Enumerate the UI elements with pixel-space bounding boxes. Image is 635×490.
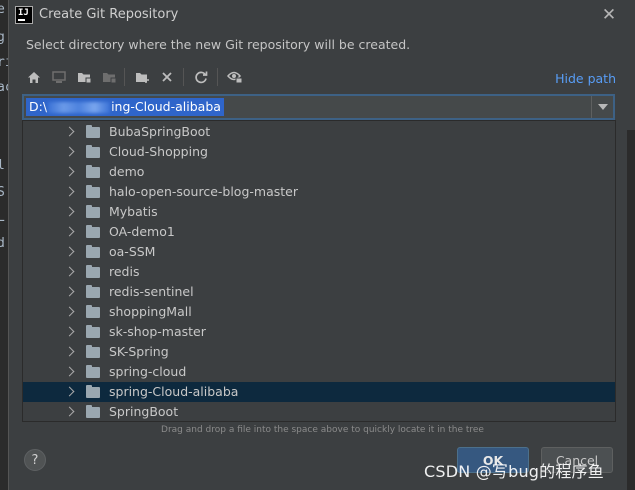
home-icon[interactable] [23, 66, 45, 88]
background-panel-edge [627, 130, 635, 490]
toolbar-separator [124, 68, 125, 86]
folder-icon [86, 285, 100, 298]
tree-item-label: oa-SSM [109, 244, 156, 259]
help-button[interactable]: ? [24, 449, 46, 471]
tree-item-label: OA-demo1 [109, 224, 175, 239]
path-combobox[interactable]: D:\ ing-Cloud-alibaba [23, 95, 614, 119]
tree-row[interactable]: Cloud-Shopping [23, 142, 615, 162]
chevron-right-icon[interactable] [64, 286, 75, 297]
tree-row[interactable]: redis-sentinel [23, 282, 615, 302]
tree-item-label: SK-Spring [109, 344, 169, 359]
chevron-right-icon[interactable] [64, 326, 75, 337]
directory-tree[interactable]: BubaSpringBoot Cloud-Shopping demo halo-ope… [22, 120, 616, 422]
new-folder-icon[interactable] [131, 66, 153, 88]
tree-row[interactable]: spring-cloud [23, 362, 615, 382]
tree-row[interactable]: SK-Spring [23, 342, 615, 362]
create-git-repository-dialog: IJ Create Git Repository ✕ Select direct… [8, 0, 635, 490]
tree-row[interactable]: demo [23, 162, 615, 182]
refresh-icon[interactable] [190, 66, 212, 88]
tree-item-label: shoppingMall [109, 304, 192, 319]
title-bar: IJ Create Git Repository ✕ [9, 0, 635, 30]
chevron-right-icon[interactable] [64, 166, 75, 177]
tree-row[interactable]: SpringBoot [23, 402, 615, 421]
folder-icon [86, 325, 100, 338]
hide-path-link[interactable]: Hide path [555, 71, 616, 86]
tree-item-label: SpringBoot [109, 404, 179, 419]
folder-icon [86, 305, 100, 318]
chevron-right-icon[interactable] [64, 386, 75, 397]
folder-icon [86, 185, 100, 198]
show-hidden-icon[interactable] [224, 66, 246, 88]
folder-icon [86, 385, 100, 398]
redacted-path-segment [48, 102, 111, 113]
tree-item-label: Cloud-Shopping [109, 144, 208, 159]
folder-icon [86, 205, 100, 218]
chevron-right-icon[interactable] [64, 206, 75, 217]
tree-item-label: halo-open-source-blog-master [109, 184, 298, 199]
tree-item-label: redis-sentinel [109, 284, 194, 299]
desktop-icon[interactable] [48, 66, 70, 88]
chevron-right-icon[interactable] [64, 406, 75, 417]
dialog-title: Create Git Repository [39, 7, 179, 22]
delete-icon[interactable] [156, 66, 178, 88]
folder-icon [86, 265, 100, 278]
tree-row[interactable]: oa-SSM [23, 242, 615, 262]
background-editor: e g ri ac l S L d [0, 0, 13, 490]
chevron-down-icon[interactable] [591, 96, 613, 118]
chevron-right-icon[interactable] [64, 146, 75, 157]
chevron-right-icon[interactable] [64, 266, 75, 277]
tree-item-label: sk-shop-master [109, 324, 206, 339]
tree-item-label: redis [109, 264, 140, 279]
tree-item-label: demo [109, 164, 145, 179]
csdn-watermark: CSDN @写bug的程序鱼 [424, 462, 604, 481]
toolbar-separator [217, 68, 218, 86]
path-input[interactable]: D:\ ing-Cloud-alibaba [26, 98, 224, 116]
module-folder-icon[interactable] [98, 66, 120, 88]
tree-item-label: spring-cloud [109, 364, 187, 379]
tree-row[interactable]: OA-demo1 [23, 222, 615, 242]
folder-icon [86, 145, 100, 158]
path-prefix: D:\ [29, 99, 48, 114]
dialog-subtitle: Select directory where the new Git repos… [26, 37, 411, 52]
tree-row[interactable]: shoppingMall [23, 302, 615, 322]
tree-row[interactable]: spring-Cloud-alibaba [23, 382, 615, 402]
folder-icon [86, 125, 100, 138]
tree-row[interactable]: halo-open-source-blog-master [23, 182, 615, 202]
tree-item-label: spring-Cloud-alibaba [109, 384, 239, 399]
tree-row[interactable]: Mybatis [23, 202, 615, 222]
project-folder-icon[interactable] [73, 66, 95, 88]
drag-drop-hint: Drag and drop a file into the space abov… [161, 425, 484, 435]
close-icon[interactable]: ✕ [600, 6, 618, 24]
chevron-right-icon[interactable] [64, 366, 75, 377]
tree-row[interactable]: redis [23, 262, 615, 282]
folder-icon [86, 225, 100, 238]
intellij-logo-icon: IJ [15, 6, 33, 24]
chevron-right-icon[interactable] [64, 306, 75, 317]
folder-icon [86, 345, 100, 358]
file-chooser-toolbar: Hide path [21, 64, 621, 92]
chevron-right-icon[interactable] [64, 226, 75, 237]
folder-icon [86, 365, 100, 378]
tree-item-label: BubaSpringBoot [109, 124, 211, 139]
chevron-right-icon[interactable] [64, 186, 75, 197]
tree-row[interactable]: sk-shop-master [23, 322, 615, 342]
folder-icon [86, 165, 100, 178]
tree-item-label: Mybatis [109, 204, 158, 219]
toolbar-separator [183, 68, 184, 86]
chevron-right-icon[interactable] [64, 126, 75, 137]
folder-icon [86, 405, 100, 418]
tree-row[interactable]: BubaSpringBoot [23, 122, 615, 142]
chevron-right-icon[interactable] [64, 246, 75, 257]
folder-icon [86, 245, 100, 258]
chevron-right-icon[interactable] [64, 346, 75, 357]
path-suffix: ing-Cloud-alibaba [111, 99, 221, 114]
